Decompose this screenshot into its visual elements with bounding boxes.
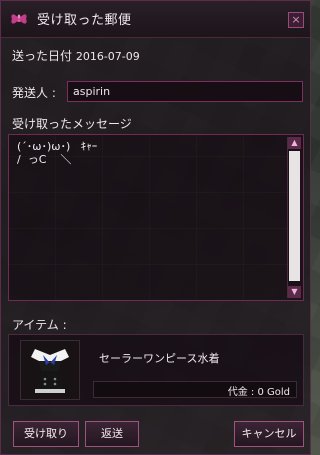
receive-button[interactable]: 受け取り (13, 421, 79, 447)
sender-label: 発送人 : (12, 86, 56, 100)
received-mail-window: 受け取った郵便 × 送った日付 2016-07-09 発送人 : aspirin… (0, 0, 311, 455)
message-text: (´･ω･)ω･) ｷｬｰ / っC ＼ (17, 140, 97, 166)
cancel-button[interactable]: キャンセル (234, 421, 304, 447)
item-name: セーラーワンピース水着 (99, 352, 220, 365)
message-scrollbar[interactable]: ▲ ▼ (287, 137, 301, 298)
sent-date-label: 送った日付 (12, 49, 73, 63)
message-box[interactable]: (´･ω･)ω･) ｷｬｰ / っC ＼ ▲ ▼ (8, 134, 304, 301)
scroll-thumb[interactable] (289, 151, 300, 281)
sender-field: aspirin (67, 81, 303, 102)
close-button[interactable]: × (288, 12, 304, 28)
title-bar[interactable]: 受け取った郵便 × (1, 1, 310, 38)
return-button[interactable]: 返送 (85, 421, 139, 447)
scroll-up-icon[interactable]: ▲ (288, 137, 301, 149)
item-panel: セーラーワンピース水着 代金 : 0 Gold (8, 334, 304, 406)
window-title: 受け取った郵便 (37, 13, 132, 28)
item-slot[interactable] (20, 340, 80, 400)
price-field: 代金 : 0 Gold (93, 381, 297, 398)
sailor-swimsuit-icon (31, 349, 69, 393)
scroll-down-icon[interactable]: ▼ (288, 286, 301, 298)
message-line-1: (´･ω･)ω･) ｷｬｰ (17, 140, 98, 153)
ribbon-logo-icon (11, 14, 27, 24)
price-text: 代金 : 0 Gold (227, 387, 290, 398)
message-line-2: / っC ＼ (17, 153, 72, 166)
sender-value: aspirin (73, 85, 111, 98)
sent-date-value: 2016-07-09 (75, 50, 140, 63)
message-label: 受け取ったメッセージ (12, 117, 132, 131)
sent-date-row: 送った日付 2016-07-09 (12, 47, 140, 64)
item-label: アイテム : (12, 318, 67, 332)
